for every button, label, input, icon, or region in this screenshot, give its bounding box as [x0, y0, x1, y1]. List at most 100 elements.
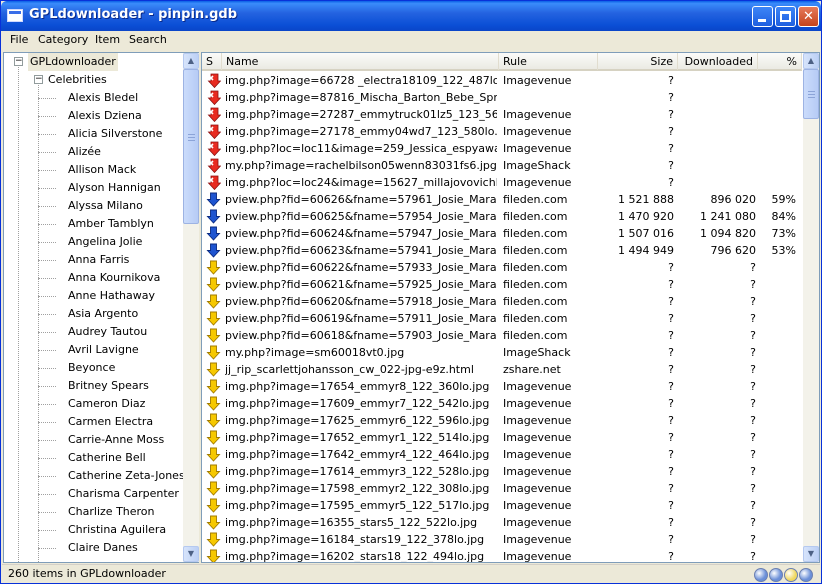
cell-downloaded: ?: [750, 312, 756, 325]
cell-rule: Imagevenue: [503, 482, 572, 495]
table-row[interactable]: img.php?image=17652_emmyr1_122_514lo.jpg…: [202, 429, 802, 446]
table-row[interactable]: jj_rip_scarlettjohansson_cw_022-jpg-e9z.…: [202, 361, 802, 378]
table-row[interactable]: img.php?image=66728 _electra18109_122_48…: [202, 72, 802, 89]
table-row[interactable]: img.php?loc=loc24&image=15627_millajovov…: [202, 174, 802, 191]
tree-item[interactable]: Anne Hathaway: [68, 287, 155, 305]
tree-item[interactable]: Anna Farris: [68, 251, 129, 269]
table-row[interactable]: img.php?image=16184_stars19_122_378lo.jp…: [202, 531, 802, 548]
menu-file[interactable]: File: [10, 33, 28, 46]
tree-item[interactable]: Asia Argento: [68, 305, 138, 323]
download-list[interactable]: S Name Rule Size Downloaded % img.php?im…: [201, 52, 820, 563]
menu-search[interactable]: Search: [129, 33, 167, 46]
column-header-downloaded[interactable]: Downloaded: [678, 53, 758, 70]
tree-guide-line: [38, 386, 56, 387]
table-row[interactable]: img.php?image=27178_emmy04wd7_123_580lo.…: [202, 123, 802, 140]
table-row[interactable]: img.php?loc=loc11&image=259_Jessica_espy…: [202, 140, 802, 157]
table-row[interactable]: img.php?image=17642_emmyr4_122_464lo.jpg…: [202, 446, 802, 463]
table-row[interactable]: my.php?image=sm60018vt0.jpg ImageShack??: [202, 344, 802, 361]
tree-guide-line: [38, 458, 56, 459]
table-row[interactable]: img.php?image=16202_stars18_122_494lo.jp…: [202, 548, 802, 562]
tree-item[interactable]: Alizée: [68, 143, 101, 161]
cell-size: ?: [668, 125, 674, 138]
cell-name: pview.php?fid=60621&fname=57925_Josie_Ma…: [225, 278, 497, 291]
cell-percent: 84%: [771, 210, 796, 223]
cell-size: ?: [668, 465, 674, 478]
tree-item[interactable]: Anna Kournikova: [68, 269, 160, 287]
tree-item[interactable]: Avril Lavigne: [68, 341, 139, 359]
tree-item[interactable]: Carmen Electra: [68, 413, 153, 431]
tree-item[interactable]: Britney Spears: [68, 377, 149, 395]
column-header-percent[interactable]: %: [758, 53, 802, 70]
cell-downloaded: ?: [750, 295, 756, 308]
tree-item[interactable]: Alyssa Milano: [68, 197, 143, 215]
cell-downloaded: ?: [750, 533, 756, 546]
tree-item[interactable]: Claire Danes: [68, 539, 138, 557]
table-row[interactable]: img.php?image=16355_stars5_122_522lo.jpg…: [202, 514, 802, 531]
tree-item[interactable]: Amber Tamblyn: [68, 215, 154, 233]
tree-item[interactable]: Charisma Carpenter: [68, 485, 179, 503]
column-header-name[interactable]: Name: [222, 53, 499, 70]
table-row[interactable]: img.php?image=17595_emmyr5_122_517lo.jpg…: [202, 497, 802, 514]
table-row[interactable]: my.php?image=rachelbilson05wenn83031fs6.…: [202, 157, 802, 174]
tree-item[interactable]: Christina Aguilera: [68, 521, 166, 539]
tree-scroll-thumb[interactable]: [183, 69, 199, 224]
title-bar[interactable]: GPLdownloader - pinpin.gdb ✕: [1, 1, 821, 31]
tree-scroll-up-button[interactable]: ▲: [183, 53, 199, 69]
table-row[interactable]: pview.php?fid=60623&fname=57941_Josie_Ma…: [202, 242, 802, 259]
table-row[interactable]: pview.php?fid=60625&fname=57954_Josie_Ma…: [202, 208, 802, 225]
table-row[interactable]: img.php?image=17614_emmyr3_122_528lo.jpg…: [202, 463, 802, 480]
close-button[interactable]: ✕: [798, 6, 819, 27]
list-scroll-up-button[interactable]: ▲: [803, 53, 819, 69]
list-scroll-thumb[interactable]: [803, 69, 819, 119]
table-row[interactable]: pview.php?fid=60626&fname=57961_Josie_Ma…: [202, 191, 802, 208]
maximize-button[interactable]: [775, 6, 796, 27]
cell-rule: Imagevenue: [503, 499, 572, 512]
list-scrollbar[interactable]: ▲ ▼: [803, 53, 819, 562]
table-row[interactable]: img.php?image=17654_emmyr8_122_360lo.jpg…: [202, 378, 802, 395]
collapse-category-icon[interactable]: −: [34, 75, 43, 84]
tree-item[interactable]: Cameron Diaz: [68, 395, 145, 413]
tree-item[interactable]: Catherine Bell: [68, 449, 146, 467]
column-header-status[interactable]: S: [202, 53, 222, 70]
cell-rule: Imagevenue: [503, 448, 572, 461]
table-row[interactable]: pview.php?fid=60618&fname=57903_Josie_Ma…: [202, 327, 802, 344]
table-row[interactable]: img.php?image=17609_emmyr7_122_542lo.jpg…: [202, 395, 802, 412]
tree-item[interactable]: Beyonce: [68, 359, 115, 377]
cell-rule: Imagevenue: [503, 431, 572, 444]
table-row[interactable]: img.php?image=87816_Mischa_Barton_Bebe_S…: [202, 89, 802, 106]
minimize-button[interactable]: [752, 6, 773, 27]
table-row[interactable]: img.php?image=17598_emmyr2_122_308lo.jpg…: [202, 480, 802, 497]
tree-item[interactable]: Angelina Jolie: [68, 233, 142, 251]
tree-item[interactable]: Alexis Bledel: [68, 89, 138, 107]
error-download-icon: [206, 73, 222, 89]
tree-item[interactable]: Alyson Hannigan: [68, 179, 161, 197]
table-row[interactable]: pview.php?fid=60621&fname=57925_Josie_Ma…: [202, 276, 802, 293]
table-row[interactable]: img.php?image=17625_emmyr6_122_596lo.jpg…: [202, 412, 802, 429]
column-header-size[interactable]: Size: [598, 53, 678, 70]
tree-item[interactable]: Audrey Tautou: [68, 323, 147, 341]
category-tree[interactable]: − GPLdownloader − Celebrities Alexis Ble…: [3, 52, 199, 563]
cell-size: ?: [668, 533, 674, 546]
menu-item[interactable]: Item: [95, 33, 120, 46]
menu-category[interactable]: Category: [38, 33, 88, 46]
column-header-rule[interactable]: Rule: [499, 53, 598, 70]
table-row[interactable]: pview.php?fid=60622&fname=57933_Josie_Ma…: [202, 259, 802, 276]
tree-guide-line: [38, 494, 56, 495]
tree-scrollbar[interactable]: ▲ ▼: [183, 53, 199, 562]
tree-category-label[interactable]: Celebrities: [48, 71, 107, 89]
tree-item[interactable]: Carrie-Anne Moss: [68, 431, 164, 449]
tree-root-label[interactable]: GPLdownloader: [28, 53, 118, 71]
tree-item[interactable]: Alexis Dziena: [68, 107, 142, 125]
table-row[interactable]: pview.php?fid=60619&fname=57911_Josie_Ma…: [202, 310, 802, 327]
table-row[interactable]: img.php?image=27287_emmytruck01lz5_123_5…: [202, 106, 802, 123]
tree-item[interactable]: Catherine Zeta-Jones: [68, 467, 185, 485]
tree-item[interactable]: Alicia Silverstone: [68, 125, 162, 143]
tree-item[interactable]: Allison Mack: [68, 161, 136, 179]
list-scroll-down-button[interactable]: ▼: [803, 546, 819, 562]
tree-item[interactable]: Charlize Theron: [68, 503, 155, 521]
tree-scroll-down-button[interactable]: ▼: [183, 546, 199, 562]
table-row[interactable]: pview.php?fid=60620&fname=57918_Josie_Ma…: [202, 293, 802, 310]
table-row[interactable]: pview.php?fid=60624&fname=57947_Josie_Ma…: [202, 225, 802, 242]
collapse-root-icon[interactable]: −: [14, 57, 23, 66]
cell-size: ?: [668, 431, 674, 444]
